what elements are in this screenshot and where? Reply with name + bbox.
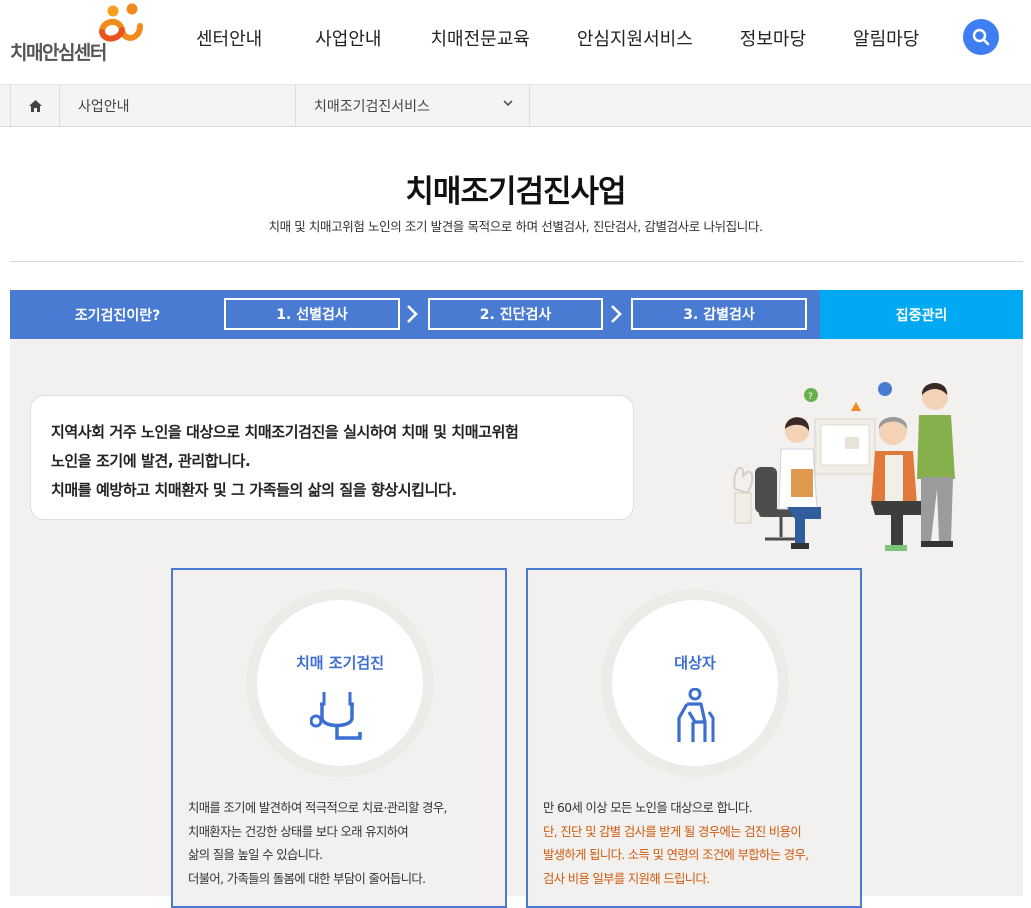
card-text-line: 치매환자는 건강한 상태를 보다 오래 유지하여 — [188, 824, 409, 839]
eligibility-card-text: 만 60세 이상 모든 노인을 대상으로 합니다. 단, 진단 및 감별 검사를… — [543, 797, 855, 891]
tab-step2-diagnosis[interactable]: 2. 진단검사 — [428, 298, 603, 330]
tab-early-screening-intro[interactable]: 조기검진이란? — [10, 290, 225, 339]
svg-text:?: ? — [808, 392, 813, 402]
card-text-highlight-line: 발생하게 됩니다. 소득 및 연령의 조건에 부합하는 경우, — [543, 848, 809, 862]
card-text-line: 만 60세 이상 모든 노인을 대상으로 합니다. — [543, 801, 753, 815]
home-icon — [28, 99, 42, 112]
eligibility-card: 대상자 만 60세 이상 모든 노인을 대상으로 합니다. 단, 진단 및 감별… — [526, 568, 862, 908]
nav-item-dementia-education[interactable]: 치매전문교육 — [431, 25, 530, 51]
chevron-down-icon — [503, 100, 513, 107]
intro-line-2: 노인을 조기에 발견, 관리합니다. — [51, 452, 251, 470]
tab-step3-differential[interactable]: 3. 감별검사 — [631, 298, 807, 330]
early-screening-card: 치매 조기검진 치매를 조기에 발견하여 적극적으로 치료·관리할 경우, 치매… — [171, 568, 507, 908]
doctor-consultation-illustration: ? — [733, 382, 955, 551]
content-area: 지역사회 거주 노인을 대상으로 치매조기검진을 실시하여 치매 및 치매고위험… — [10, 339, 1023, 908]
card-text-line: 치매를 조기에 발견하여 적극적으로 치료·관리할 경우, — [188, 801, 447, 815]
breadcrumb-level1[interactable]: 사업안내 — [60, 85, 296, 126]
breadcrumb-level1-label: 사업안내 — [78, 98, 130, 115]
card-text-highlight-line: 단, 진단 및 감별 검사를 받게 될 경우에는 검진 비용이 — [543, 824, 802, 839]
nav-item-notice-square[interactable]: 알림마당 — [853, 25, 919, 51]
card-icon-circle: 대상자 — [612, 600, 778, 766]
card-text-line: 더불어, 가족들의 돌봄에 대한 부담이 줄어듭니다. — [188, 871, 426, 886]
nav-item-support-service[interactable]: 안심지원서비스 — [577, 25, 693, 51]
breadcrumb-level2-dropdown[interactable]: 치매조기검진서비스 — [296, 85, 530, 126]
stethoscope-icon — [310, 692, 362, 740]
intro-line-1: 지역사회 거주 노인을 대상으로 치매조기검진을 실시하여 치매 및 치매고위험 — [51, 423, 519, 441]
nav-item-info-square[interactable]: 정보마당 — [740, 25, 806, 51]
site-header: 치매안심센터 센터안내 사업안내 치매전문교육 안심지원서비스 정보마당 알림마… — [0, 0, 1031, 85]
site-logo[interactable]: 치매안심센터 — [8, 0, 148, 70]
tab-intensive-care[interactable]: 집중관리 — [820, 290, 1023, 339]
search-icon — [972, 28, 990, 46]
chevron-right-icon — [611, 305, 622, 323]
early-screening-card-title: 치매 조기검진 — [295, 654, 385, 672]
early-screening-card-text: 치매를 조기에 발견하여 적극적으로 치료·관리할 경우, 치매환자는 건강한 … — [188, 797, 500, 891]
card-text-line: 삶의 질을 높일 수 있습니다. — [188, 848, 323, 862]
logo-text: 치매안심센터 — [10, 42, 107, 64]
eligibility-card-title: 대상자 — [674, 654, 716, 672]
page-title: 치매조기검진사업 — [405, 174, 626, 210]
process-steps-bar: 조기검진이란? 1. 선별검사 2. 진단검사 3. 감별검사 집중관리 — [10, 290, 1023, 339]
nav-item-business-info[interactable]: 사업안내 — [315, 25, 381, 51]
intro-line-3: 치매를 예방하고 치매환자 및 그 가족들의 삶의 질을 향상시킵니다. — [51, 481, 457, 499]
breadcrumb-level2-label: 치매조기검진서비스 — [314, 98, 430, 115]
card-text-highlight-line: 검사 비용 일부를 지원해 드립니다. — [543, 871, 710, 886]
breadcrumb: 사업안내 치매조기검진서비스 — [0, 85, 1031, 127]
nav-item-center-info[interactable]: 센터안내 — [196, 25, 262, 51]
tab-step1-screening[interactable]: 1. 선별검사 — [224, 298, 400, 330]
page-subtitle: 치매 및 치매고위험 노인의 조기 발견을 목적으로 하며 선별검사, 진단검사… — [268, 219, 763, 234]
chevron-right-icon — [407, 305, 418, 323]
intro-box: 지역사회 거주 노인을 대상으로 치매조기검진을 실시하여 치매 및 치매고위험… — [30, 395, 634, 520]
breadcrumb-home[interactable] — [10, 85, 60, 126]
title-divider — [10, 261, 1023, 262]
elderly-person-icon — [677, 688, 715, 742]
search-button[interactable] — [963, 19, 999, 55]
main-navigation: 센터안내 사업안내 치매전문교육 안심지원서비스 정보마당 알림마당 — [170, 0, 919, 75]
card-icon-circle: 치매 조기검진 — [257, 600, 423, 766]
